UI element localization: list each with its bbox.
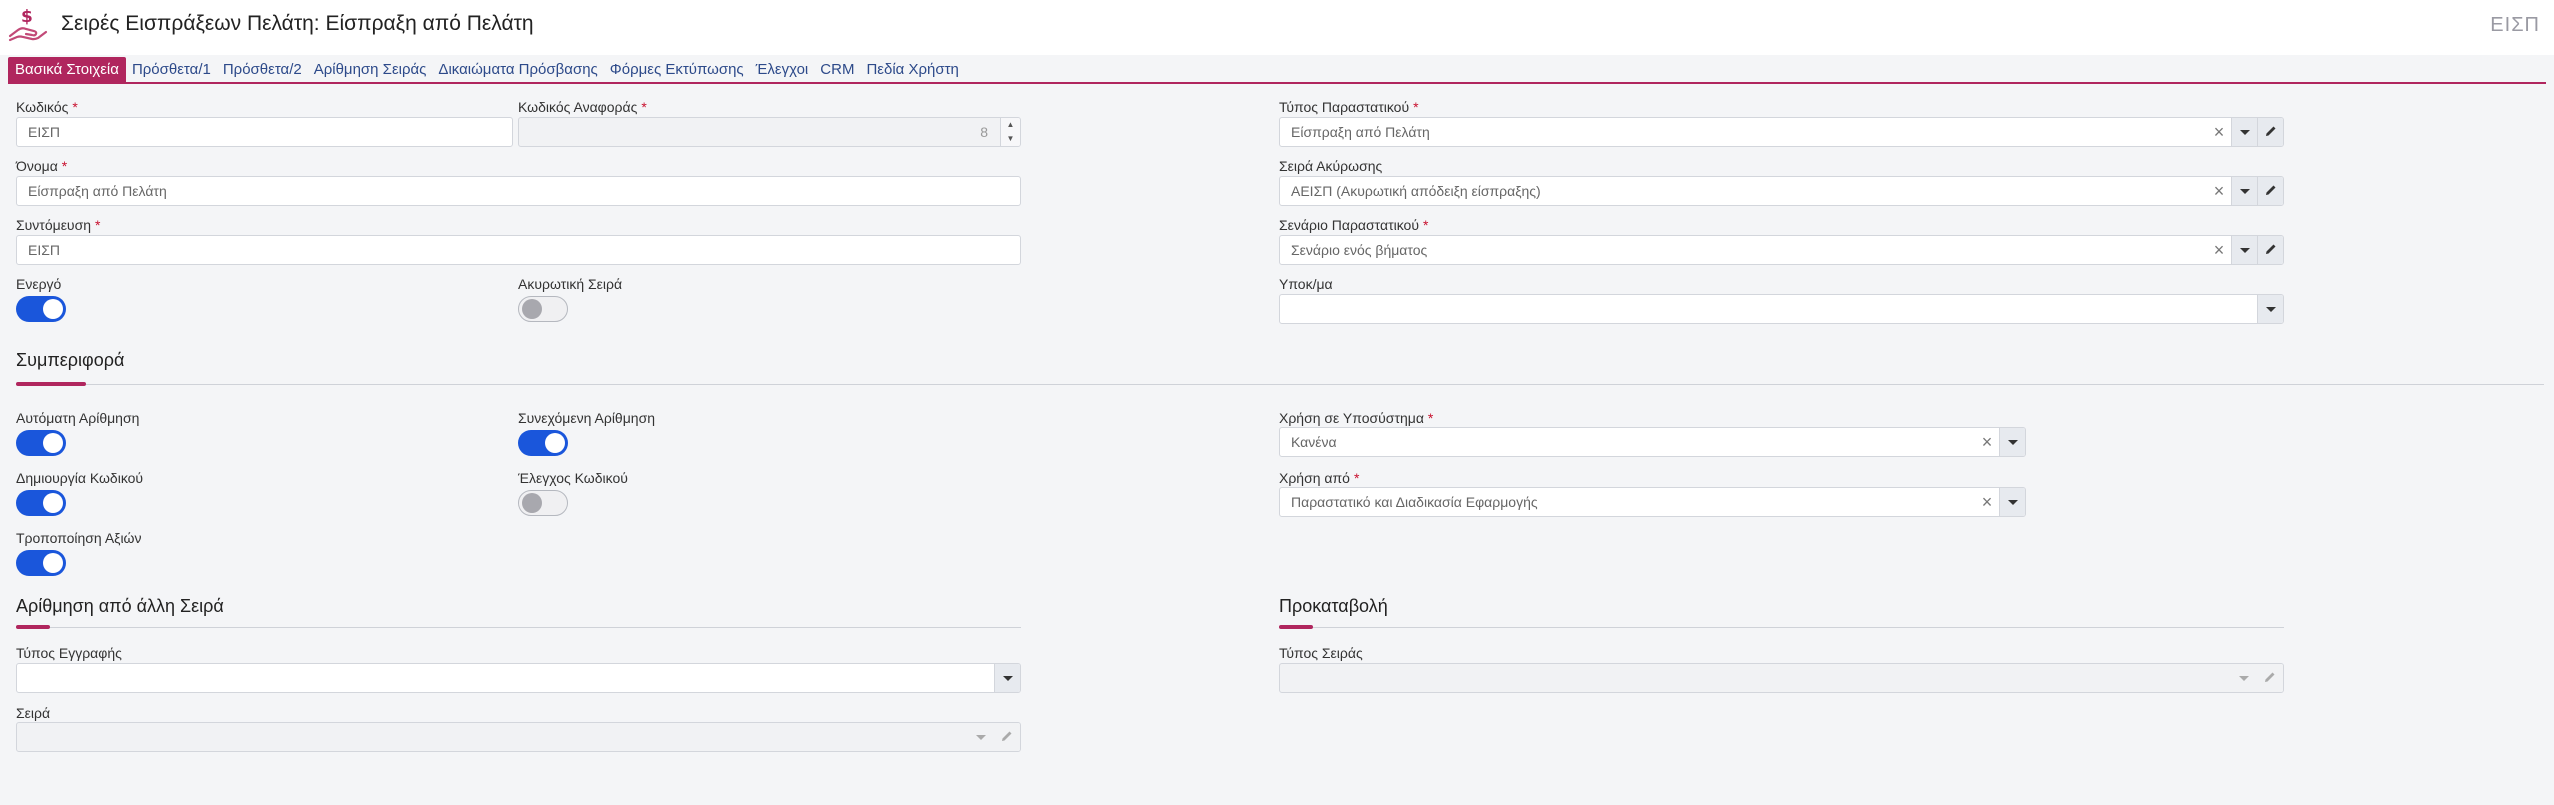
record-type-select[interactable]	[16, 663, 1021, 693]
tab-underline	[8, 82, 2546, 84]
clear-icon[interactable]: ×	[2208, 236, 2230, 264]
auto-num-toggle[interactable]	[16, 430, 66, 456]
ref-code-value: 8	[980, 124, 988, 140]
gen-code-label: Δημιουργία Κωδικού	[16, 470, 144, 486]
cancel-ser-select[interactable]: ΑΕΙΣΠ (Ακυρωτική απόδειξη είσπραξης) ×	[1279, 176, 2284, 206]
modify-values-toggle[interactable]	[16, 550, 66, 576]
svg-text:$: $	[21, 7, 33, 27]
series-type-label: Τύπος Σειράς	[1279, 645, 1363, 661]
edit-icon[interactable]	[2257, 236, 2283, 264]
cancel-series-toggle[interactable]	[518, 296, 568, 322]
page-header: $ Σειρές Εισπράξεων Πελάτη: Είσπραξη από…	[0, 0, 2554, 55]
subsystem-label: Χρήση σε Υποσύστημα *	[1279, 410, 1434, 426]
series-type-select[interactable]	[1279, 663, 2284, 693]
auto-num-label: Αυτόματη Αρίθμηση	[16, 410, 140, 426]
chevron-down-icon[interactable]	[2257, 295, 2283, 323]
edit-icon[interactable]	[994, 723, 1020, 751]
ref-code-input[interactable]: 8 ▲ ▼	[518, 117, 1021, 147]
doc-type-select[interactable]: Είσπραξη από Πελάτη ×	[1279, 117, 2284, 147]
doc-type-label: Τύπος Παραστατικού *	[1279, 99, 1419, 115]
subsystem-value: Κανένα	[1291, 434, 1337, 450]
code-input[interactable]: ΕΙΣΠ	[16, 117, 513, 147]
tab-checks[interactable]: Έλεγχοι	[750, 57, 815, 83]
edit-icon[interactable]	[2257, 118, 2283, 146]
chevron-down-icon[interactable]	[2231, 236, 2257, 264]
modify-values-label: Τροποποίηση Αξιών	[16, 530, 142, 546]
section-divider	[16, 384, 2544, 385]
gen-code-toggle[interactable]	[16, 490, 66, 516]
name-input[interactable]: Είσπραξη από Πελάτη	[16, 176, 1021, 206]
tab-numbering[interactable]: Αρίθμηση Σειράς	[308, 57, 433, 83]
branch-label: Υποκ/μα	[1279, 276, 1333, 292]
tab-extra-1[interactable]: Πρόσθετα/1	[126, 57, 217, 83]
clear-icon[interactable]: ×	[2208, 177, 2230, 205]
series-label: Σειρά	[16, 705, 51, 721]
chevron-down-icon[interactable]	[994, 664, 1020, 692]
scenario-select[interactable]: Σενάριο ενός βήματος ×	[1279, 235, 2284, 265]
hand-money-icon: $	[8, 6, 48, 44]
code-label: Κωδικός *	[16, 99, 78, 115]
continuous-toggle[interactable]	[518, 430, 568, 456]
check-code-label: Έλεγχος Κωδικού	[518, 470, 628, 486]
scenario-label: Σενάριο Παραστατικού *	[1279, 217, 1429, 233]
section-divider	[16, 627, 1021, 628]
record-code: ΕΙΣΠ	[2490, 14, 2540, 36]
used-by-select[interactable]: Παραστατικό και Διαδικασία Εφαρμογής ×	[1279, 487, 2026, 517]
active-label: Ενεργό	[16, 276, 62, 292]
chevron-down-icon[interactable]	[2231, 177, 2257, 205]
section-accent	[1279, 625, 1313, 629]
chevron-down-icon[interactable]	[1999, 428, 2025, 456]
ref-code-stepper[interactable]: ▲ ▼	[1000, 118, 1020, 146]
chevron-down-icon[interactable]	[2231, 118, 2257, 146]
chevron-down-icon[interactable]	[1999, 488, 2025, 516]
tab-access-rights[interactable]: Δικαιώματα Πρόσβασης	[432, 57, 603, 83]
doc-type-value: Είσπραξη από Πελάτη	[1291, 124, 1430, 140]
clear-icon[interactable]: ×	[1976, 428, 1998, 456]
tab-user-fields[interactable]: Πεδία Χρήστη	[860, 57, 964, 83]
step-down-icon[interactable]: ▼	[1001, 132, 1020, 146]
advance-title: Προκαταβολή	[1279, 596, 1388, 616]
tab-bar: Βασικά Στοιχεία Πρόσθετα/1 Πρόσθετα/2 Αρ…	[8, 57, 965, 83]
tab-print-forms[interactable]: Φόρμες Εκτύπωσης	[604, 57, 750, 83]
edit-icon[interactable]	[2257, 177, 2283, 205]
section-accent	[16, 625, 50, 629]
section-divider	[1279, 627, 2284, 628]
page-title: Σειρές Εισπράξεων Πελάτη: Είσπραξη από Π…	[61, 12, 534, 35]
chevron-down-icon[interactable]	[2231, 664, 2257, 692]
clear-icon[interactable]: ×	[1976, 488, 1998, 516]
numbering-other-title: Αρίθμηση από άλλη Σειρά	[16, 596, 224, 616]
step-up-icon[interactable]: ▲	[1001, 118, 1020, 132]
tab-extra-2[interactable]: Πρόσθετα/2	[217, 57, 308, 83]
behavior-title: Συμπεριφορά	[16, 350, 125, 370]
continuous-label: Συνεχόμενη Αρίθμηση	[518, 410, 655, 426]
chevron-down-icon[interactable]	[968, 723, 994, 751]
tab-basic[interactable]: Βασικά Στοιχεία	[8, 57, 126, 83]
clear-icon[interactable]: ×	[2208, 118, 2230, 146]
series-select[interactable]	[16, 722, 1021, 752]
name-label: Όνομα *	[16, 158, 68, 174]
record-type-label: Τύπος Εγγραφής	[16, 645, 122, 661]
section-accent	[16, 382, 86, 386]
branch-select[interactable]	[1279, 294, 2284, 324]
used-by-label: Χρήση από *	[1279, 470, 1360, 486]
used-by-value: Παραστατικό και Διαδικασία Εφαρμογής	[1291, 494, 1538, 510]
cancel-ser-value: ΑΕΙΣΠ (Ακυρωτική απόδειξη είσπραξης)	[1291, 183, 1541, 199]
short-input[interactable]: ΕΙΣΠ	[16, 235, 1021, 265]
ref-code-label: Κωδικός Αναφοράς *	[518, 99, 647, 115]
tab-crm[interactable]: CRM	[814, 57, 860, 83]
short-label: Συντόμευση *	[16, 217, 101, 233]
subsystem-select[interactable]: Κανένα ×	[1279, 427, 2026, 457]
cancel-ser-label: Σειρά Ακύρωσης	[1279, 158, 1383, 174]
cancel-series-label: Ακυρωτική Σειρά	[518, 276, 623, 292]
edit-icon[interactable]	[2257, 664, 2283, 692]
check-code-toggle[interactable]	[518, 490, 568, 516]
scenario-value: Σενάριο ενός βήματος	[1291, 242, 1428, 258]
active-toggle[interactable]	[16, 296, 66, 322]
